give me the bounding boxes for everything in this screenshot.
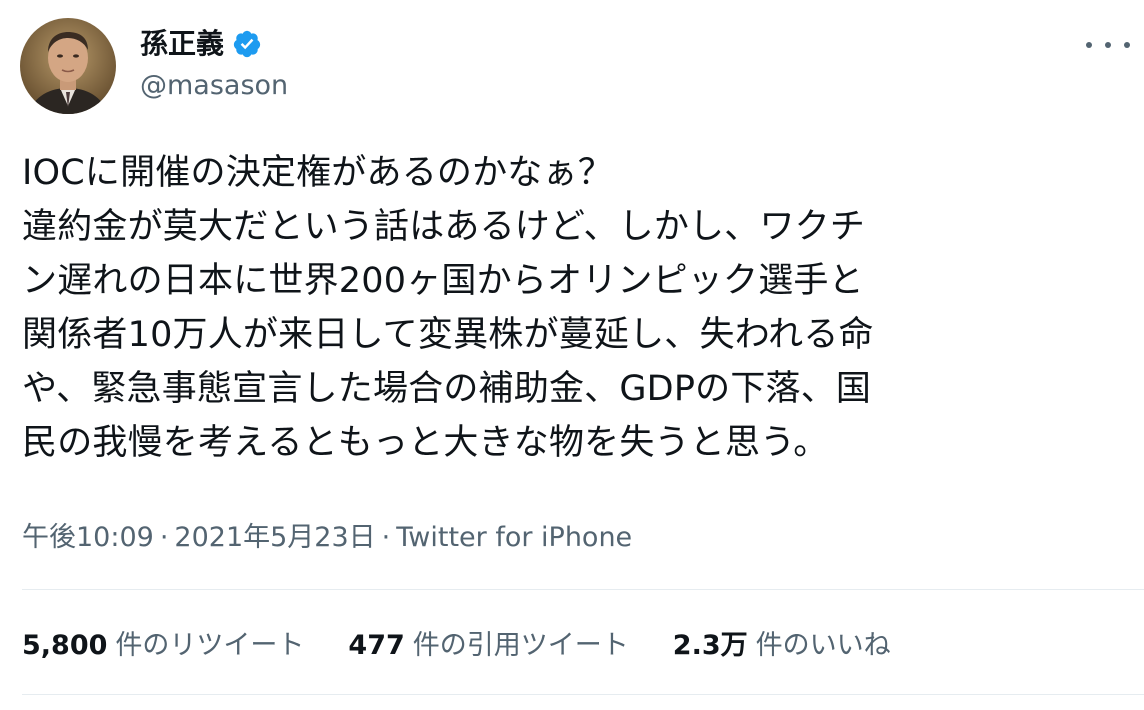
tweet-stats: 5,800 件のリツイート 477 件の引用ツイート 2.3万 件のいいね — [22, 620, 935, 664]
tweet-date[interactable]: 2021年5月23日 — [174, 522, 375, 553]
retweets-stat[interactable]: 5,800 件のリツイート — [22, 623, 304, 662]
tweet-text-line: ン遅れの日本に世界200ヶ国からオリンピック選手と — [22, 261, 864, 301]
more-horizontal-icon — [1086, 42, 1092, 48]
retweets-count: 5,800 — [22, 629, 108, 661]
tweet-text: IOCに開催の決定権があるのかなぁ？ 違約金が莫大だという話はあるけど、しかし、… — [22, 146, 1132, 470]
author-handle[interactable]: @masason — [140, 68, 288, 104]
divider — [22, 589, 1144, 590]
verified-badge-icon — [232, 29, 262, 59]
divider — [22, 694, 1144, 695]
tweet-text-line: や、緊急事態宣言した場合の補助金、GDPの下落、国 — [22, 369, 872, 409]
meta-separator: · — [381, 522, 391, 553]
tweet-text-line: 違約金が莫大だという話はあるけど、しかし、ワクチ — [22, 207, 866, 247]
tweet-meta: 午後10:09 · 2021年5月23日 · Twitter for iPhone — [22, 518, 632, 558]
tweet-source-link[interactable]: Twitter for iPhone — [396, 522, 632, 553]
likes-count: 2.3万 — [672, 629, 748, 661]
more-horizontal-icon — [1105, 42, 1111, 48]
avatar-image — [20, 18, 116, 114]
more-horizontal-icon — [1124, 42, 1130, 48]
avatar[interactable] — [20, 18, 116, 114]
retweets-label: 件のリツイート — [115, 629, 305, 661]
tweet-text-line: IOCに開催の決定権があるのかなぁ？ — [22, 153, 613, 193]
quote-tweets-stat[interactable]: 477 件の引用ツイート — [348, 623, 628, 662]
more-options-button[interactable] — [1086, 30, 1130, 60]
author-name-row[interactable]: 孫正義 — [140, 24, 262, 64]
tweet-text-line: 民の我慢を考えるともっと大きな物を失うと思う。 — [22, 423, 829, 463]
likes-label: 件のいいね — [755, 629, 891, 661]
tweet-text-line: 関係者10万人が来日して変異株が蔓延し、失われる命 — [22, 315, 874, 355]
quote-tweets-count: 477 — [348, 629, 405, 661]
tweet-time: 午後10:09 — [22, 522, 154, 553]
quote-tweets-label: 件の引用ツイート — [412, 629, 629, 661]
author-display-name[interactable]: 孫正義 — [140, 24, 224, 64]
meta-separator: · — [159, 522, 169, 553]
likes-stat[interactable]: 2.3万 件のいいね — [673, 623, 891, 662]
tweet-timestamp[interactable]: 午後10:09 — [22, 522, 154, 553]
